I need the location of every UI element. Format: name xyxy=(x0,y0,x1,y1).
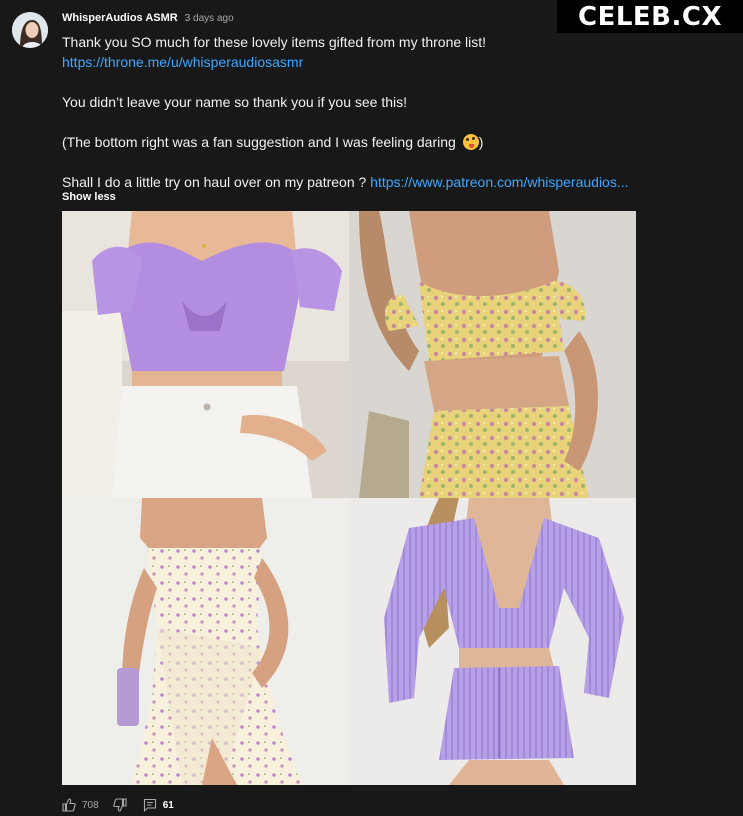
comment-line-4: Shall I do a little try on haul over on … xyxy=(62,174,629,190)
comment-header: WhisperAudios ASMR 3 days ago xyxy=(62,12,234,26)
comment-timestamp[interactable]: 3 days ago xyxy=(185,13,234,24)
watermark-logo: CELEB.CX xyxy=(557,0,743,33)
grid-image-4[interactable] xyxy=(349,498,636,785)
throne-link[interactable]: https://throne.me/u/whisperaudiosasmr xyxy=(62,54,303,70)
comment-line-3: (The bottom right was a fan suggestion a… xyxy=(62,134,484,150)
comment-actions: 708 61 xyxy=(62,797,174,813)
reply-count[interactable]: 61 xyxy=(163,800,174,811)
grid-image-3[interactable] xyxy=(62,498,349,785)
author-name[interactable]: WhisperAudios ASMR xyxy=(62,12,178,24)
like-count: 708 xyxy=(82,799,99,811)
image-grid xyxy=(62,211,636,785)
grid-image-2[interactable] xyxy=(349,211,636,498)
author-avatar[interactable] xyxy=(12,12,48,48)
thumbs-up-icon[interactable] xyxy=(62,798,76,812)
comment-line-2: You didn’t leave your name so thank you … xyxy=(62,94,408,110)
comment-body: Thank you SO much for these lovely items… xyxy=(62,32,702,192)
patreon-link[interactable]: https://www.patreon.com/whisperaudios... xyxy=(370,174,628,190)
reply-comment-icon[interactable] xyxy=(143,798,157,812)
winking-face-with-tongue-icon xyxy=(462,134,479,150)
comment-line-1: Thank you SO much for these lovely items… xyxy=(62,34,487,50)
show-less-button[interactable]: Show less xyxy=(62,191,116,203)
thumbs-down-icon[interactable] xyxy=(113,798,127,812)
grid-image-1[interactable] xyxy=(62,211,349,498)
